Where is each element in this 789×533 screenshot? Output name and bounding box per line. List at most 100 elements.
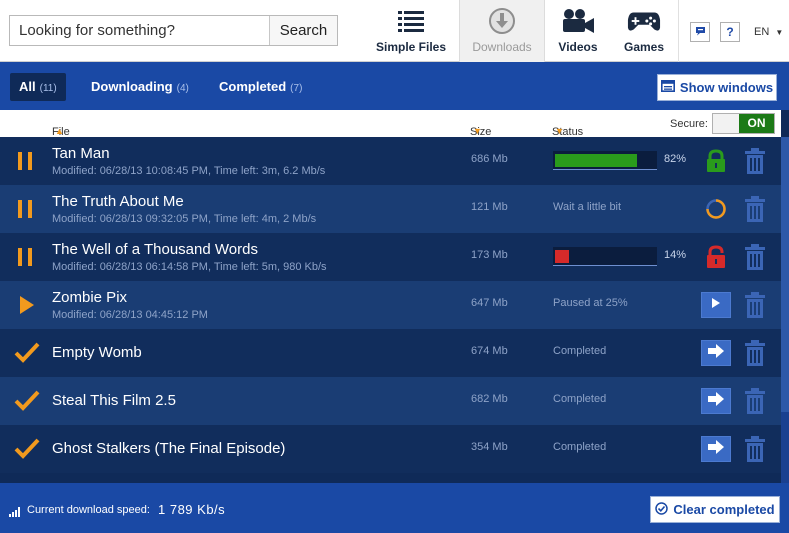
pause-icon[interactable] [14, 197, 38, 221]
secure-label: Secure: [670, 118, 708, 130]
file-size: 647 Mb [471, 297, 508, 309]
video-camera-icon [561, 6, 595, 36]
progress-percent: 82% [664, 153, 687, 165]
download-speed-label: Current download speed: [27, 504, 150, 516]
tab-downloading[interactable]: Downloading (4) [91, 73, 189, 101]
tab-completed-count: (7) [290, 83, 303, 94]
open-file-button[interactable] [701, 340, 731, 366]
file-name: Empty Womb [52, 344, 142, 361]
table-row[interactable]: Steal This Film 2.5 682 Mb Completed [0, 377, 781, 425]
table-row[interactable]: The Well of a Thousand Words Modified: 0… [0, 233, 781, 281]
arrow-right-icon [707, 439, 725, 459]
lock-icon[interactable] [705, 149, 727, 178]
file-size: 121 Mb [471, 201, 508, 213]
tab-all[interactable]: All (11) [10, 73, 66, 101]
open-file-button[interactable] [701, 388, 731, 414]
loading-spinner-icon [705, 198, 727, 225]
download-speed-value: 1 789 Kb/s [158, 502, 226, 517]
file-name: The Truth About Me [52, 193, 184, 210]
file-meta: Modified: 06/28/13 06:14:58 PM, Time lef… [52, 261, 327, 273]
file-size: 354 Mb [471, 441, 508, 453]
resume-button[interactable] [701, 292, 731, 318]
secure-toggle-on: ON [739, 114, 774, 133]
play-icon[interactable] [14, 293, 38, 317]
progress-percent: 14% [664, 249, 687, 261]
language-selector[interactable]: EN ▼ [754, 26, 783, 38]
file-meta: Modified: 06/28/13 04:45:12 PM [52, 309, 208, 321]
trash-icon[interactable] [744, 292, 766, 323]
file-name: Steal This Film 2.5 [52, 392, 176, 409]
trash-icon[interactable] [744, 196, 766, 227]
unlock-icon[interactable] [705, 245, 727, 274]
file-size: 682 Mb [471, 393, 508, 405]
trash-icon[interactable] [744, 244, 766, 275]
help-button[interactable]: ? [720, 22, 740, 42]
chat-button[interactable] [690, 22, 710, 42]
file-name: The Well of a Thousand Words [52, 241, 258, 258]
trash-icon[interactable] [744, 436, 766, 467]
clear-completed-label: Clear completed [673, 502, 775, 517]
pause-icon[interactable] [14, 245, 38, 269]
open-file-button[interactable] [701, 436, 731, 462]
header-divider [678, 0, 679, 62]
file-status: Completed [553, 345, 607, 357]
nav-downloads[interactable]: Downloads [459, 0, 545, 62]
sort-caret-icon: ▲ [55, 126, 64, 136]
footer-bar: Current download speed: 1 789 Kb/s Clear… [0, 483, 789, 533]
nav-simple-files[interactable]: Simple Files [368, 0, 454, 62]
progress-fill [555, 250, 569, 263]
file-status: Wait a little bit [553, 201, 622, 213]
clear-completed-button[interactable]: Clear completed [650, 496, 780, 523]
tab-completed[interactable]: Completed (7) [219, 73, 302, 101]
search-input[interactable] [10, 16, 269, 45]
download-list: Tan Man Modified: 06/28/13 10:08:45 PM, … [0, 137, 781, 473]
file-status: Completed [553, 441, 607, 453]
scrollbar-thumb[interactable] [781, 412, 789, 483]
progress-bar [553, 247, 657, 266]
file-name: Zombie Pix [52, 289, 128, 306]
show-windows-label: Show windows [679, 80, 774, 95]
trash-icon[interactable] [744, 148, 766, 179]
progress-bar [553, 151, 657, 170]
window-icon [660, 80, 675, 95]
table-row[interactable]: Empty Womb 674 Mb Completed [0, 329, 781, 377]
sort-caret-icon: ▼ [473, 126, 482, 136]
signal-bars-icon [9, 504, 21, 522]
file-size: 173 Mb [471, 249, 508, 261]
file-meta: Modified: 06/28/13 10:08:45 PM, Time lef… [52, 165, 326, 177]
progress-fill [555, 154, 637, 167]
search-button[interactable]: Search [269, 16, 337, 45]
trash-icon[interactable] [744, 388, 766, 419]
language-label: EN [754, 26, 770, 38]
nav-games[interactable]: Games [612, 0, 676, 62]
arrow-right-icon [707, 391, 725, 411]
file-status: Paused at 25% [553, 297, 628, 309]
download-icon [485, 6, 519, 36]
checkmark-icon [14, 437, 40, 461]
table-row[interactable]: Zombie Pix Modified: 06/28/13 04:45:12 P… [0, 281, 781, 329]
check-circle-icon [655, 501, 669, 518]
scrollbar[interactable] [781, 137, 789, 483]
file-name: Ghost Stalkers (The Final Episode) [52, 440, 286, 457]
gamepad-icon [627, 6, 661, 36]
column-header: File ▲ Size ▼ Status ▼ Secure: ON [0, 110, 781, 138]
nav-videos[interactable]: Videos [549, 0, 607, 62]
tab-downloading-count: (4) [176, 83, 189, 94]
checkmark-icon [14, 389, 40, 413]
show-windows-button[interactable]: Show windows [657, 74, 777, 101]
file-name: Tan Man [52, 145, 110, 162]
play-icon [711, 296, 721, 314]
trash-icon[interactable] [744, 340, 766, 371]
table-row[interactable]: Ghost Stalkers (The Final Episode) 354 M… [0, 425, 781, 473]
nav-games-label: Games [623, 40, 665, 54]
nav-downloads-label: Downloads [472, 40, 532, 54]
chat-icon [695, 25, 706, 39]
secure-toggle[interactable]: ON [712, 113, 775, 134]
table-row[interactable]: The Truth About Me Modified: 06/28/13 09… [0, 185, 781, 233]
table-row[interactable]: Tan Man Modified: 06/28/13 10:08:45 PM, … [0, 137, 781, 185]
file-size: 686 Mb [471, 153, 508, 165]
tab-all-count: (11) [39, 83, 57, 94]
tab-all-label: All [19, 79, 36, 94]
tab-bar: All (11) Downloading (4) Completed (7) Show… [0, 62, 789, 110]
pause-icon[interactable] [14, 149, 38, 173]
